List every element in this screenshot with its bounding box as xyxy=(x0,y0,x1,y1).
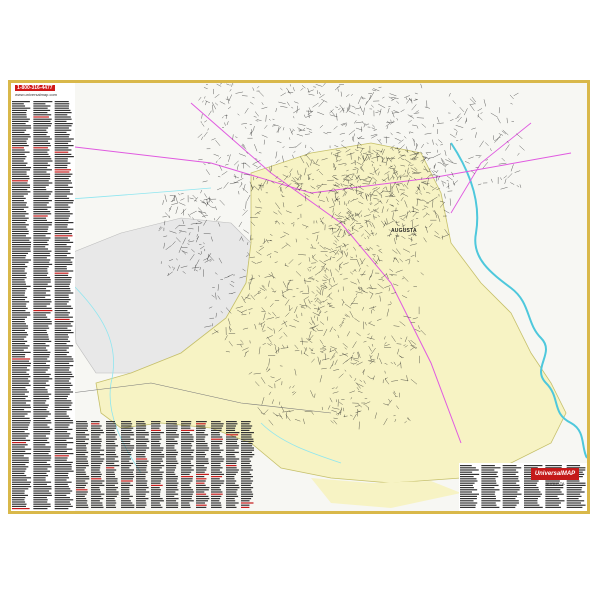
county-area-south xyxy=(311,478,461,508)
street-index-left: 1-800-316-4477 www.universalmap.com xyxy=(11,83,75,511)
map-frame: 1-800-316-4477 www.universalmap.com AUGU… xyxy=(8,80,590,514)
index-text-columns-bottom xyxy=(76,421,255,508)
index-text-columns xyxy=(12,101,74,510)
publisher-logo: UniversalMAP xyxy=(531,468,579,480)
street-index-bottom xyxy=(75,419,255,511)
map-canvas: 1-800-316-4477 www.universalmap.com AUGU… xyxy=(11,83,587,511)
city-label: AUGUSTA xyxy=(391,228,417,234)
edition-note: AUGUSTA xyxy=(545,481,565,486)
